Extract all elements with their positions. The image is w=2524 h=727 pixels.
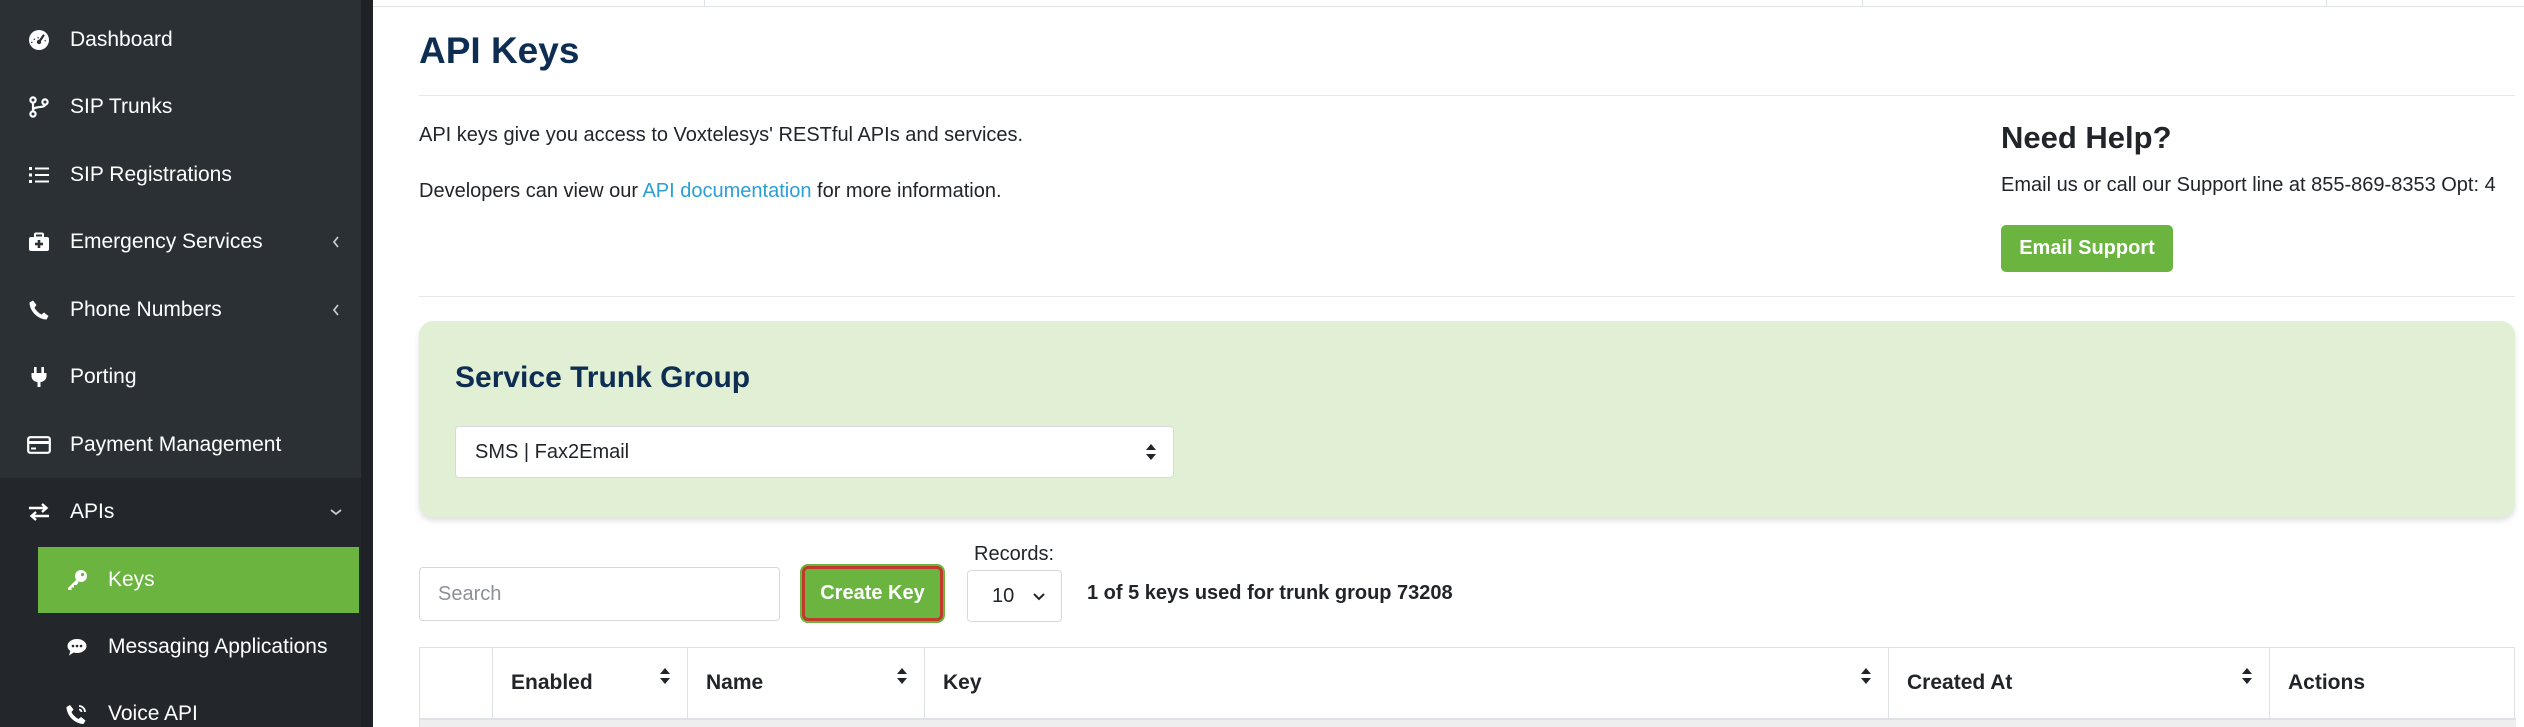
nav-label-keys: Keys: [108, 568, 155, 591]
list-icon: [26, 162, 52, 188]
nav-label-emergency-services: Emergency Services: [70, 230, 263, 253]
nav-item-sip-registrations[interactable]: SIP Registrations: [0, 144, 361, 206]
nav-label-sip-trunks: SIP Trunks: [70, 95, 173, 118]
page-title: API Keys: [419, 30, 580, 71]
nav-subitem-keys[interactable]: Keys: [38, 547, 359, 613]
chevron-left-icon: [329, 235, 343, 249]
top-header-bar: [373, 0, 2524, 7]
intro-text-line2: Developers can view our API documentatio…: [419, 180, 1002, 203]
nav-label-apis: APIs: [70, 500, 115, 523]
credit-card-icon: [26, 432, 52, 458]
table-first-row: [420, 718, 2516, 727]
section-divider: [419, 296, 2515, 297]
title-divider: [419, 95, 2515, 96]
dashboard-icon: [26, 27, 52, 53]
records-label: Records:: [974, 543, 1055, 565]
nav-label-payment-management: Payment Management: [70, 433, 282, 456]
nav-subitem-voice-api[interactable]: Voice API: [38, 681, 359, 727]
intro-text-suffix: for more information.: [811, 180, 1002, 202]
nav-label-dashboard: Dashboard: [70, 28, 173, 51]
sort-icon: [1860, 666, 1872, 686]
keys-used-status: 1 of 5 keys used for trunk group 73208: [1087, 582, 1453, 604]
chevron-down-icon: [1031, 585, 1047, 613]
phone-icon: [26, 297, 52, 323]
intro-text-prefix: Developers can view our: [419, 180, 643, 202]
nav-label-sip-registrations: SIP Registrations: [70, 163, 232, 186]
column-header-enabled[interactable]: Enabled: [493, 648, 688, 718]
branch-icon: [26, 94, 52, 120]
nav-item-apis[interactable]: APIs: [0, 481, 361, 543]
records-per-page-select[interactable]: 10: [967, 570, 1062, 622]
column-header-name[interactable]: Name: [688, 648, 925, 718]
sidebar-scroll-edge: [361, 0, 373, 727]
nav-item-sip-trunks[interactable]: SIP Trunks: [0, 76, 361, 138]
nav-item-emergency-services[interactable]: Emergency Services: [0, 211, 361, 273]
nav-label-porting: Porting: [70, 365, 137, 388]
medkit-icon: [26, 229, 52, 255]
column-header-label: Key: [943, 671, 982, 694]
support-contact-text: Email us or call our Support line at 855…: [2001, 174, 2496, 196]
nav-label-phone-numbers: Phone Numbers: [70, 298, 222, 321]
column-header-label: Created At: [1907, 671, 2013, 694]
sort-icon: [659, 666, 671, 686]
sidebar: Dashboard SIP Trunks SIP Registrations E…: [0, 0, 361, 727]
header-divider: [2326, 0, 2327, 7]
service-trunk-group-title: Service Trunk Group: [455, 361, 751, 394]
nav-subitem-messaging-applications[interactable]: Messaging Applications: [38, 614, 359, 680]
exchange-icon: [26, 499, 52, 525]
sort-icon: [2241, 666, 2253, 686]
column-header-created-at[interactable]: Created At: [1889, 648, 2270, 718]
select-arrows-icon: [1145, 442, 1157, 462]
api-keys-table: Enabled Name Key Created At Actions: [419, 647, 2516, 727]
need-help-title: Need Help?: [2001, 120, 2172, 155]
plug-icon: [26, 364, 52, 390]
column-header-label: Name: [706, 671, 764, 694]
nav-item-porting[interactable]: Porting: [0, 346, 361, 408]
trunk-group-select[interactable]: SMS | Fax2Email: [455, 426, 1174, 478]
chat-icon: [64, 634, 90, 660]
chevron-down-icon: [329, 505, 343, 519]
phone-volume-icon: [64, 701, 90, 727]
search-input[interactable]: [419, 567, 780, 621]
service-trunk-group-card: Service Trunk Group SMS | Fax2Email: [419, 321, 2515, 517]
api-documentation-link[interactable]: API documentation: [642, 180, 811, 202]
records-selected-value: 10: [992, 584, 1015, 607]
nav-label-messaging-applications: Messaging Applications: [108, 635, 328, 658]
column-header-select: [420, 648, 493, 718]
header-divider: [704, 0, 705, 7]
nav-item-dashboard[interactable]: Dashboard: [0, 9, 361, 71]
intro-text-line1: API keys give you access to Voxtelesys' …: [419, 124, 1024, 146]
create-key-button[interactable]: Create Key: [802, 566, 943, 621]
key-icon: [64, 567, 90, 593]
trunk-group-selected-value: SMS | Fax2Email: [475, 440, 630, 463]
chevron-left-icon: [329, 303, 343, 317]
column-header-label: Enabled: [511, 671, 593, 694]
column-header-key[interactable]: Key: [925, 648, 1889, 718]
header-divider: [1862, 0, 1863, 7]
email-support-button[interactable]: Email Support: [2001, 225, 2173, 272]
nav-label-voice-api: Voice API: [108, 702, 198, 725]
column-header-actions: Actions: [2288, 671, 2366, 694]
nav-item-payment-management[interactable]: Payment Management: [0, 414, 361, 476]
nav-item-phone-numbers[interactable]: Phone Numbers: [0, 279, 361, 341]
sort-icon: [896, 666, 908, 686]
